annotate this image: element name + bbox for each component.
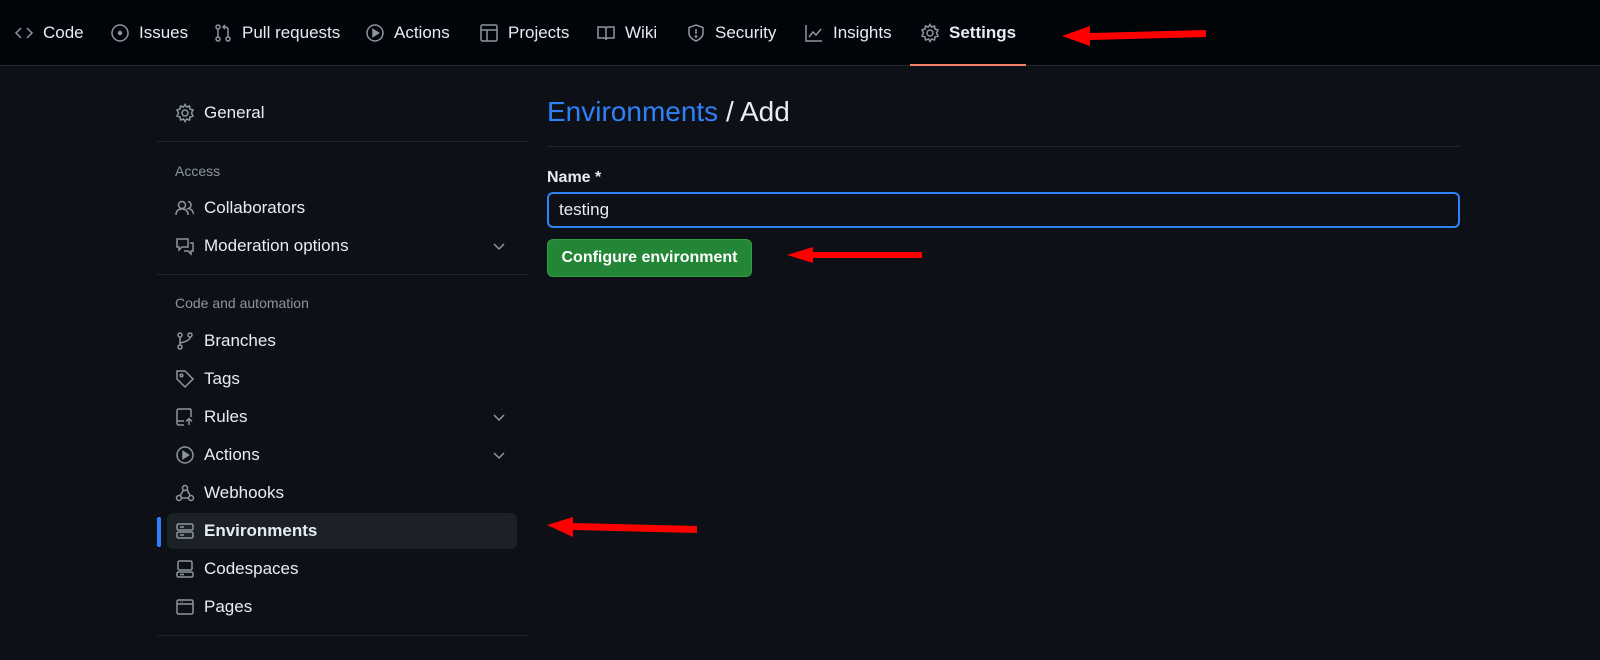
tab-label: Security	[715, 23, 777, 42]
gear-icon	[175, 103, 195, 123]
sidebar-item-collaborators[interactable]: Collaborators	[167, 190, 517, 226]
sidebar-item-rules[interactable]: Rules	[167, 399, 517, 435]
play-icon	[366, 24, 384, 42]
sidebar-item-label: Environments	[204, 521, 318, 540]
webhook-icon	[175, 484, 195, 502]
sidebar-heading-code-automation: Code and automation	[175, 295, 309, 311]
tab-label: Insights	[833, 23, 892, 42]
sidebar-item-codespaces[interactable]: Codespaces	[167, 551, 517, 587]
chevron-down-icon[interactable]	[491, 238, 507, 254]
table-icon	[480, 24, 498, 42]
sidebar-item-pages[interactable]: Pages	[167, 589, 517, 625]
tab-pull-requests[interactable]: Pull requests	[213, 0, 340, 66]
gear-icon	[920, 23, 940, 43]
tab-projects[interactable]: Projects	[479, 0, 569, 66]
tab-label: Actions	[394, 23, 450, 42]
tab-label: Wiki	[625, 23, 658, 42]
sidebar-item-actions[interactable]: Actions	[167, 437, 517, 473]
tab-wiki[interactable]: Wiki	[596, 0, 657, 66]
tab-label: Code	[43, 23, 84, 42]
tab-label: Projects	[508, 23, 570, 42]
environment-name-input[interactable]	[547, 192, 1460, 228]
book-icon	[597, 26, 615, 41]
issue-icon	[111, 24, 129, 42]
tab-label: Pull requests	[242, 23, 341, 42]
annotation-arrow-environments	[547, 517, 697, 537]
breadcrumb-current: Add	[739, 96, 790, 127]
shield-icon	[688, 24, 704, 42]
branch-icon	[177, 332, 193, 350]
page-title: Environments / Add	[547, 96, 1460, 140]
active-tab-underline	[910, 64, 1027, 66]
sidebar-divider	[157, 141, 529, 142]
active-indicator	[157, 517, 161, 547]
annotation-arrow-settings	[1062, 26, 1206, 46]
play-icon	[176, 446, 194, 464]
people-icon	[175, 200, 195, 216]
sidebar-divider	[157, 274, 529, 275]
sidebar-item-label: Tags	[204, 369, 240, 388]
tab-actions[interactable]: Actions	[365, 0, 450, 66]
server-icon	[176, 523, 194, 539]
tab-insights[interactable]: Insights	[804, 0, 892, 66]
sidebar-divider	[157, 635, 529, 636]
code-icon	[14, 27, 34, 39]
sidebar-item-label: Moderation options	[204, 236, 349, 255]
sidebar-item-label: Webhooks	[204, 483, 285, 502]
sidebar-item-label: Branches	[204, 331, 276, 350]
sidebar-item-moderation-options[interactable]: Moderation options	[167, 228, 517, 264]
title-divider	[547, 146, 1460, 147]
sidebar-item-label: Actions	[204, 445, 260, 464]
chevron-down-icon[interactable]	[491, 409, 507, 425]
tab-issues[interactable]: Issues	[110, 0, 188, 66]
sidebar-item-tags[interactable]: Tags	[167, 361, 517, 397]
annotation-arrow-configure	[787, 247, 922, 263]
browser-icon	[176, 599, 194, 615]
sidebar-item-label: Collaborators	[204, 198, 306, 217]
tab-code[interactable]: Code	[14, 0, 84, 66]
sidebar-item-webhooks[interactable]: Webhooks	[167, 475, 517, 511]
main-content: Environments / Add Name * Configure envi…	[547, 96, 1460, 277]
configure-environment-button[interactable]: Configure environment	[547, 239, 752, 277]
codespaces-icon	[176, 560, 194, 578]
tab-security[interactable]: Security	[686, 0, 776, 66]
breadcrumb-environments-link[interactable]: Environments	[547, 96, 718, 127]
sidebar-item-label: Pages	[204, 597, 253, 616]
pull-request-icon	[215, 24, 231, 42]
sidebar-item-label: Codespaces	[204, 559, 299, 578]
sidebar-item-branches[interactable]: Branches	[167, 323, 517, 359]
name-label: Name *	[547, 169, 602, 186]
repo-nav: Code Issues Pull requests Actions Projec…	[0, 0, 1600, 66]
sidebar-item-label: Rules	[204, 407, 248, 426]
sidebar-item-environments[interactable]: Environments	[167, 513, 517, 549]
chevron-down-icon[interactable]	[491, 447, 507, 463]
repo-push-icon	[176, 408, 193, 426]
breadcrumb-separator: /	[718, 96, 740, 127]
tag-icon	[176, 370, 195, 389]
comment-discussion-icon	[176, 238, 194, 256]
tab-label: Settings	[949, 23, 1017, 42]
sidebar-heading-access: Access	[175, 163, 221, 179]
sidebar-item-label: General	[204, 103, 265, 122]
graph-icon	[805, 25, 822, 42]
tab-label: Issues	[139, 23, 189, 42]
sidebar-item-general[interactable]: General	[167, 95, 517, 131]
tab-settings[interactable]: Settings	[910, 0, 1027, 66]
